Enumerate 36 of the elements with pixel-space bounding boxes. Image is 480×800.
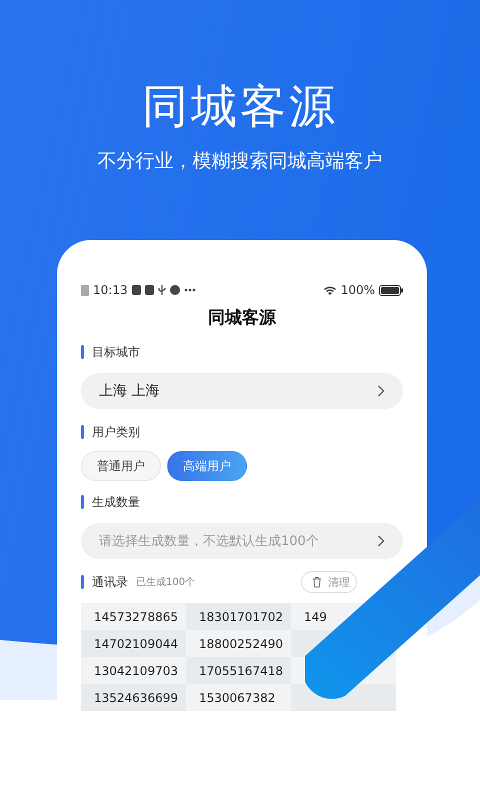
table-cell: 18800252490: [186, 630, 291, 657]
select-field[interactable]: 请选择生成数量，不选默认生成100个: [81, 523, 403, 559]
section-marker: [81, 345, 84, 359]
section-label: 用户类别: [92, 424, 140, 440]
battery-icon: [379, 284, 403, 296]
generated-count: 已生成100个: [136, 576, 196, 589]
table-cell: 17055167418: [186, 657, 291, 684]
section-marker: [81, 575, 84, 589]
section-marker: [81, 425, 84, 439]
hero-subtitle: 不分行业，模糊搜索同城高端客户: [98, 149, 382, 174]
hero-title: 同城客源: [142, 78, 338, 134]
table-cell: 14573278865: [81, 603, 186, 630]
user-type-chip[interactable]: 普通用户: [81, 451, 161, 481]
section-marker: [81, 495, 84, 509]
chevron-right-icon: [377, 385, 385, 397]
table-cell: 13042109703: [81, 657, 186, 684]
usb-icon: [158, 285, 166, 295]
wifi-icon: [322, 284, 337, 296]
section-label: 通讯录: [92, 574, 128, 590]
battery-level: 100%: [340, 283, 375, 297]
section-label: 目标城市: [92, 344, 140, 360]
status-time: 10:13: [93, 283, 128, 297]
chevron-right-icon: [377, 535, 385, 547]
trash-icon: [312, 576, 322, 588]
table-cell: 13524636699: [81, 684, 186, 711]
table-cell: 18301701702: [186, 603, 291, 630]
table-cell: 1530067382: [186, 684, 291, 711]
more-icon: [184, 288, 196, 292]
user-type-chip[interactable]: 高端用户: [167, 451, 247, 481]
clear-button[interactable]: 清理: [301, 571, 357, 593]
section-label: 生成数量: [92, 494, 140, 510]
notification-icon: [170, 285, 180, 295]
select-field[interactable]: 上海 上海: [81, 373, 403, 409]
sim-icon: [81, 284, 89, 296]
table-cell: 14702109044: [81, 630, 186, 657]
screen-title: 同城客源: [207, 307, 278, 329]
